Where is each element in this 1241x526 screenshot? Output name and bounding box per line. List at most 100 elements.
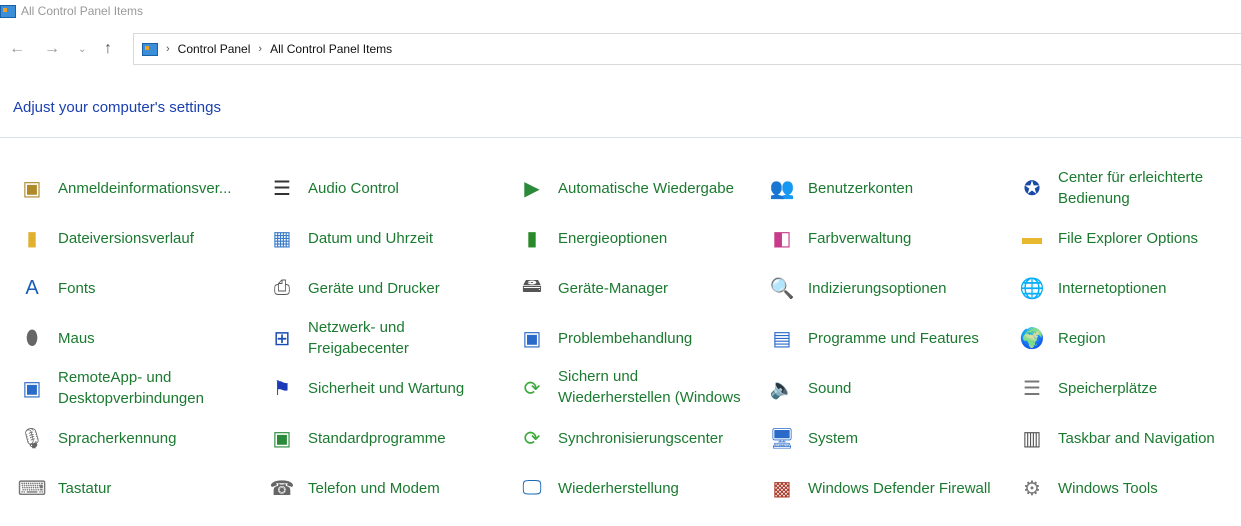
- forward-button[interactable]: →: [44, 40, 60, 58]
- control-panel-item[interactable]: 👥 Benutzerkonten: [764, 163, 1014, 213]
- control-panel-item[interactable]: ⚙ Windows Tools: [1014, 463, 1241, 513]
- programs-icon: ▤: [772, 327, 792, 350]
- keyboard-icon: ⌨: [17, 477, 47, 500]
- control-panel-item[interactable]: ▮ Dateiversionsverlauf: [14, 213, 264, 263]
- control-panel-item[interactable]: 🖥 System: [764, 413, 1014, 463]
- recent-locations-chevron-icon[interactable]: ⌄: [78, 44, 86, 55]
- control-panel-item[interactable]: ⊞ Netzwerk- und Freigabecenter: [264, 313, 514, 363]
- control-panel-item[interactable]: ▮ Energieoptionen: [514, 213, 764, 263]
- folder-options-icon: ▬: [1022, 226, 1042, 249]
- control-panel-icon: [0, 4, 16, 18]
- control-panel-item[interactable]: 🖵 Wiederherstellung: [514, 463, 764, 513]
- item-label: Synchronisierungscenter: [558, 429, 724, 447]
- item-label: Spracherkennung: [58, 429, 177, 447]
- item-label: Dateiversionsverlauf: [58, 229, 194, 247]
- sync-icon: ⟳: [523, 427, 541, 450]
- control-panel-item[interactable]: ☰ Audio Control: [264, 163, 514, 213]
- window-title-text: All Control Panel Items: [21, 4, 144, 18]
- control-panel-item[interactable]: ⚑ Sicherheit und Wartung: [264, 363, 514, 413]
- item-label: Netzwerk- und Freigabecenter: [308, 319, 409, 357]
- control-panel-item[interactable]: ▥ Taskbar and Navigation: [1014, 413, 1241, 463]
- item-label: Maus: [58, 329, 95, 347]
- item-label: Region: [1058, 329, 1106, 347]
- control-panel-item[interactable]: ▶ Automatische Wiedergabe: [514, 163, 764, 213]
- control-panel-item[interactable]: ⌨ Tastatur: [14, 463, 264, 513]
- address-bar[interactable]: › Control Panel › All Control Panel Item…: [133, 33, 1241, 65]
- sliders-icon: ☰: [273, 177, 291, 200]
- control-panel-item[interactable]: ☎ Telefon und Modem: [264, 463, 514, 513]
- firewall-icon: ▩: [772, 477, 792, 500]
- color-management-icon: ◧: [772, 227, 792, 250]
- item-label: Geräte und Drucker: [308, 279, 440, 297]
- control-panel-item[interactable]: ⬮ Maus: [14, 313, 264, 363]
- control-panel-item[interactable]: ▦ Datum und Uhrzeit: [264, 213, 514, 263]
- control-panel-item[interactable]: ▣ Standardprogramme: [264, 413, 514, 463]
- item-label: Audio Control: [308, 179, 399, 197]
- control-panel-item[interactable]: ▬ File Explorer Options: [1014, 213, 1241, 263]
- control-panel-item[interactable]: ☰ Speicherplätze: [1014, 363, 1241, 413]
- item-label: System: [808, 429, 859, 447]
- recovery-icon: 🖵: [522, 476, 542, 499]
- file-history-icon: ▮: [26, 227, 38, 250]
- globe-icon: 🌐: [1019, 277, 1045, 300]
- control-panel-item[interactable]: 🌐 Internetoptionen: [1014, 263, 1241, 313]
- control-panel-item[interactable]: ◧ Farbverwaltung: [764, 213, 1014, 263]
- item-label: Programme und Features: [808, 329, 979, 347]
- item-label: Windows Tools: [1058, 479, 1158, 497]
- item-label: File Explorer Options: [1058, 229, 1199, 247]
- speaker-icon: 🔈: [769, 377, 795, 400]
- control-panel-item[interactable]: ▣ Problembehandlung: [514, 313, 764, 363]
- breadcrumb-control-panel[interactable]: Control Panel: [178, 42, 251, 56]
- device-manager-icon: 🖴: [521, 275, 543, 297]
- up-button[interactable]: ↑: [104, 40, 112, 58]
- control-panel-item[interactable]: ✪ Center für erleichterte Bedienung: [1014, 163, 1241, 213]
- control-panel-item[interactable]: 🌍 Region: [1014, 313, 1241, 363]
- control-panel-item[interactable]: ⟳ Sichern und Wiederherstellen (Windows 7…: [514, 363, 764, 413]
- battery-icon: ▮: [526, 227, 538, 250]
- control-panel-item[interactable]: 🎙 Spracherkennung: [14, 413, 264, 463]
- item-label: Fonts: [58, 279, 96, 297]
- item-label: Sound: [808, 379, 852, 397]
- control-panel-item[interactable]: A Fonts: [14, 263, 264, 313]
- item-label: RemoteApp- und Desktopverbindungen: [58, 369, 204, 407]
- control-panel-item[interactable]: ▣ RemoteApp- und Desktopverbindungen: [14, 363, 264, 413]
- item-label: Sichern und Wiederherstellen (Windows 7): [558, 368, 741, 406]
- item-label: Windows Defender Firewall: [808, 479, 991, 497]
- taskbar-icon: ▥: [1022, 427, 1042, 450]
- item-label: Benutzerkonten: [808, 179, 914, 197]
- mouse-icon: ⬮: [25, 326, 39, 349]
- window-title: All Control Panel Items: [0, 4, 143, 18]
- back-button[interactable]: ←: [9, 40, 25, 58]
- control-panel-item[interactable]: ▩ Windows Defender Firewall: [764, 463, 1014, 513]
- autoplay-icon: ▶: [524, 177, 540, 200]
- item-label: Speicherplätze: [1058, 379, 1158, 397]
- microphone-icon: 🎙: [19, 427, 45, 450]
- divider: [0, 137, 1241, 138]
- control-panel-item[interactable]: 🔍 Indizierungsoptionen: [764, 263, 1014, 313]
- breadcrumb-separator[interactable]: ›: [258, 43, 262, 55]
- breadcrumb-all-items[interactable]: All Control Panel Items: [270, 42, 392, 56]
- monitor-icon: 🖥: [769, 427, 795, 450]
- remote-desktop-icon: ▣: [22, 377, 42, 400]
- item-label: Center für erleichterte Bedienung: [1058, 169, 1204, 207]
- control-panel-item[interactable]: 🔈 Sound: [764, 363, 1014, 413]
- troubleshoot-icon: ▣: [522, 327, 542, 350]
- control-panel-item[interactable]: ⎙ Geräte und Drucker: [264, 263, 514, 313]
- control-panel-item[interactable]: ▤ Programme und Features: [764, 313, 1014, 363]
- item-label: Taskbar and Navigation: [1058, 429, 1215, 447]
- indexing-icon: 🔍: [769, 277, 795, 300]
- item-label: Sicherheit und Wartung: [308, 379, 465, 397]
- control-panel-item[interactable]: 🖴 Geräte-Manager: [514, 263, 764, 313]
- breadcrumb-separator[interactable]: ›: [166, 43, 170, 55]
- item-label: Farbverwaltung: [808, 229, 912, 247]
- control-panel-icon: [142, 42, 158, 56]
- storage-spaces-icon: ☰: [1023, 377, 1041, 400]
- phone-icon: ☎: [269, 477, 295, 500]
- control-panel-item[interactable]: ⟳ Synchronisierungscenter: [514, 413, 764, 463]
- control-panel-item[interactable]: ▣ Anmeldeinformationsver...: [14, 163, 264, 213]
- flag-icon: ⚑: [273, 377, 291, 400]
- item-label: Telefon und Modem: [308, 479, 440, 497]
- page-heading: Adjust your computer's settings: [13, 99, 221, 116]
- item-label: Problembehandlung: [558, 329, 693, 347]
- item-label: Datum und Uhrzeit: [308, 229, 434, 247]
